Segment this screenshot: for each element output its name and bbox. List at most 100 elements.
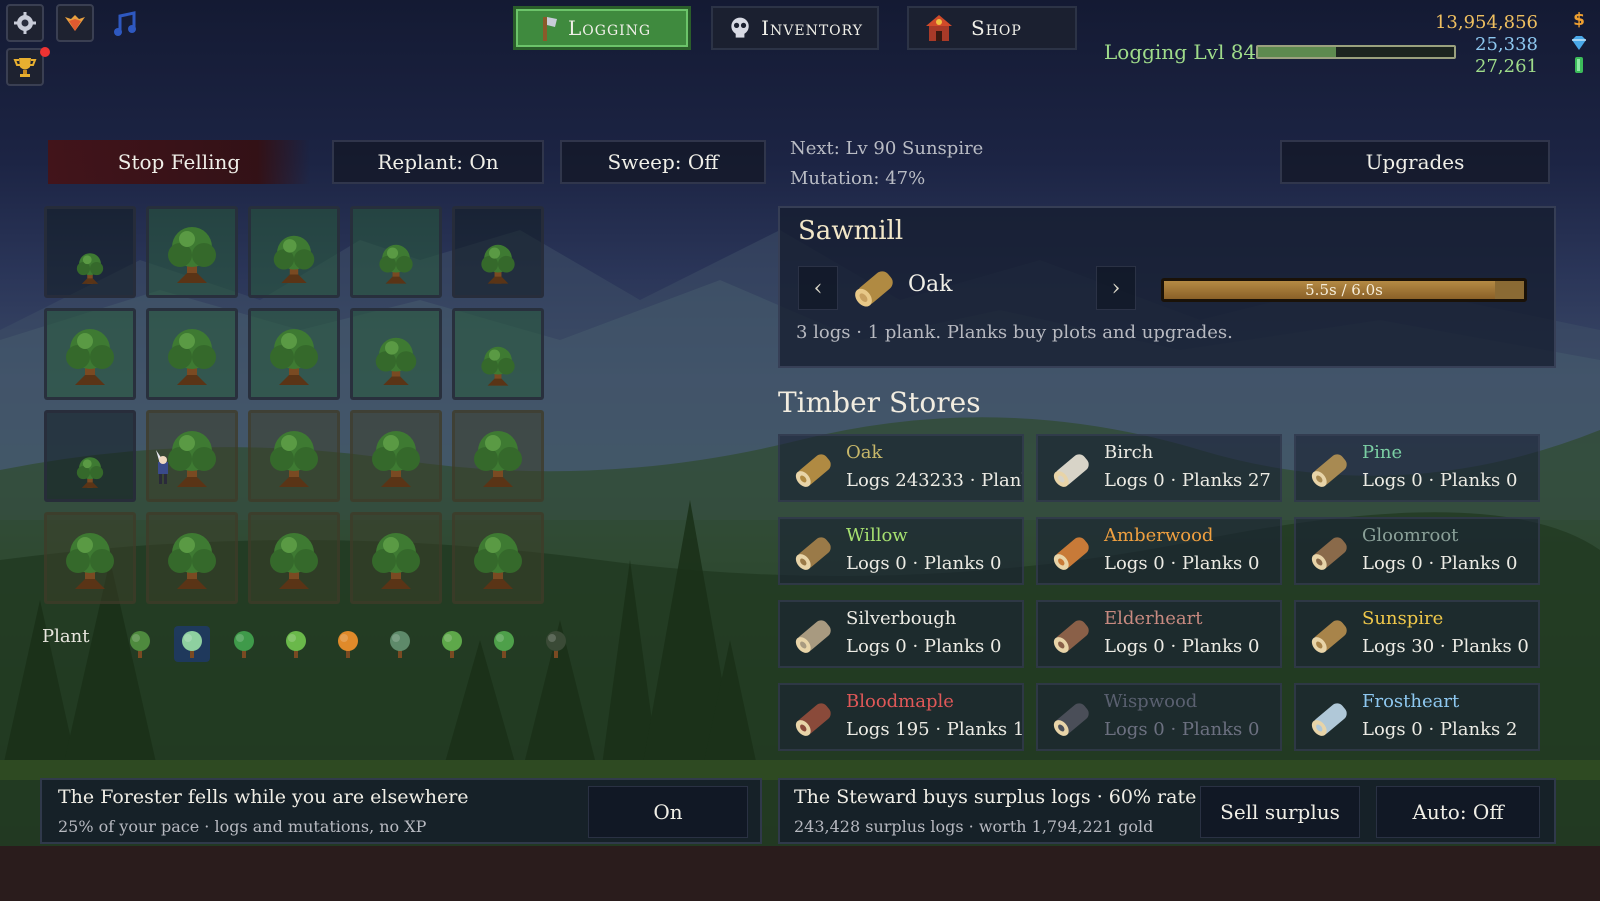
plot-1[interactable] [44,206,136,298]
timber-counts: Logs 243233 · Plank [846,470,1024,491]
birch-sapling-icon [174,626,210,662]
large-tree-icon [66,533,114,589]
timber-willow[interactable]: Willow Logs 0 · Planks 0 [778,517,1024,585]
forester-desc: 25% of your pace · logs and mutations, n… [58,817,427,836]
large-tree-icon [270,431,318,487]
birch-log-icon [1053,454,1089,487]
oak-log-icon [795,454,831,487]
gloomroot-log-icon [1311,537,1347,570]
chevron-right-icon: › [1111,275,1121,301]
timber-name: Bloodmaple [846,691,954,712]
timber-elderheart[interactable]: Elderheart Logs 0 · Planks 0 [1036,600,1282,668]
timber-frostheart[interactable]: Frostheart Logs 0 · Planks 2 [1294,683,1540,751]
amberwood-sapling-button[interactable] [330,626,366,666]
plot-5[interactable] [452,206,544,298]
timber-counts: Logs 195 · Planks 14 [846,719,1024,740]
player-character-icon [156,450,168,484]
large-tree-icon [66,329,114,385]
sawmill-next-button[interactable]: › [1096,266,1136,310]
gloomroot-sapling-button[interactable] [382,626,418,666]
auto-sell-toggle[interactable]: Auto: Off [1376,786,1540,838]
sawmill-description: 3 logs · 1 plank. Planks buy plots and u… [796,322,1233,343]
sweep-toggle[interactable]: Sweep: Off [560,140,766,184]
gem-amount: 25,338 [1475,34,1538,55]
plot-11[interactable] [44,410,136,502]
forester-toggle[interactable]: On [588,786,748,838]
tab-logging[interactable]: Logging [513,6,691,50]
plot-3[interactable] [248,206,340,298]
small-tree-icon [379,244,413,284]
timber-gloomroot[interactable]: Gloomroot Logs 0 · Planks 0 [1294,517,1540,585]
plot-13[interactable] [248,410,340,502]
upgrades-button[interactable]: Upgrades [1280,140,1550,184]
next-tree-label: Next: Lv 90 Sunspire [790,138,984,159]
timber-sunspire[interactable]: Sunspire Logs 30 · Planks 0 [1294,600,1540,668]
timber-birch[interactable]: Birch Logs 0 · Planks 27 [1036,434,1282,502]
timber-oak[interactable]: Oak Logs 243233 · Plank [778,434,1024,502]
plot-20[interactable] [452,512,544,604]
steward-panel: The Steward buys surplus logs · 60% rate… [778,778,1556,844]
plot-4[interactable] [350,206,442,298]
skill-xp-fill [1258,47,1337,57]
replant-toggle[interactable]: Replant: On [332,140,544,184]
tab-inventory-label: Inventory [761,16,863,40]
elderheart-sapling-button[interactable] [486,626,522,666]
sunspire-log-icon [1311,620,1347,653]
achievements-button[interactable] [6,48,44,86]
medium-tree-icon [273,235,315,283]
willow-sapling-button[interactable] [278,626,314,666]
locked-sapling-button[interactable] [538,626,574,666]
gem-icon [1572,36,1586,50]
timber-amberwood[interactable]: Amberwood Logs 0 · Planks 0 [1036,517,1282,585]
tab-shop[interactable]: Shop [907,6,1077,50]
mutation-chance-label: Mutation: 47% [790,168,926,189]
skill-level-label: Logging Lvl 84 [1104,40,1257,64]
large-tree-icon [474,533,522,589]
timber-counts: Logs 0 · Planks 0 [846,553,1002,574]
oak-log-icon [855,271,893,307]
plot-9[interactable] [350,308,442,400]
plot-10[interactable] [452,308,544,400]
sawmill-prev-button[interactable]: ‹ [798,266,838,310]
plot-15[interactable] [452,410,544,502]
plot-2[interactable] [146,206,238,298]
large-tree-icon [168,329,216,385]
birch-sapling-button[interactable] [174,626,210,666]
wings-button[interactable] [56,4,94,42]
timber-name: Frostheart [1362,691,1460,712]
tab-inventory[interactable]: Inventory [711,6,879,50]
plot-16[interactable] [44,512,136,604]
music-button[interactable] [112,10,140,42]
plot-7[interactable] [146,308,238,400]
silverbough-sapling-button[interactable] [434,626,470,666]
sawmill-progress-text: 5.5s / 6.0s [1305,281,1383,299]
timber-bloodmaple[interactable]: Bloodmaple Logs 195 · Planks 14 [778,683,1024,751]
sell-surplus-button[interactable]: Sell surplus [1200,786,1360,838]
emerald-amount: 27,261 [1475,56,1538,77]
pine-sapling-button[interactable] [226,626,262,666]
plot-17[interactable] [146,512,238,604]
large-tree-icon [168,533,216,589]
elderheart-sapling-icon [494,631,514,658]
plot-19[interactable] [350,512,442,604]
notification-dot [40,47,50,57]
wings-icon [65,15,85,31]
settings-button[interactable] [6,4,44,42]
timber-silverbough[interactable]: Silverbough Logs 0 · Planks 0 [778,600,1024,668]
large-tree-icon [372,431,420,487]
plot-8[interactable] [248,308,340,400]
timber-stores-title: Timber Stores [778,386,981,419]
timber-name: Gloomroot [1362,525,1459,546]
stop-felling-button[interactable]: Stop Felling [48,140,310,184]
oak-sapling-button[interactable] [122,626,158,666]
plot-14[interactable] [350,410,442,502]
plot-18[interactable] [248,512,340,604]
willow-sapling-icon [286,631,306,658]
svg-text:$: $ [1573,10,1585,28]
gloomroot-sapling-icon [390,631,410,658]
timber-pine[interactable]: Pine Logs 0 · Planks 0 [1294,434,1540,502]
sawmill-title: Sawmill [798,216,904,246]
small-tree-icon [481,346,515,386]
timber-wispwood[interactable]: Wispwood Logs 0 · Planks 0 [1036,683,1282,751]
plot-6[interactable] [44,308,136,400]
